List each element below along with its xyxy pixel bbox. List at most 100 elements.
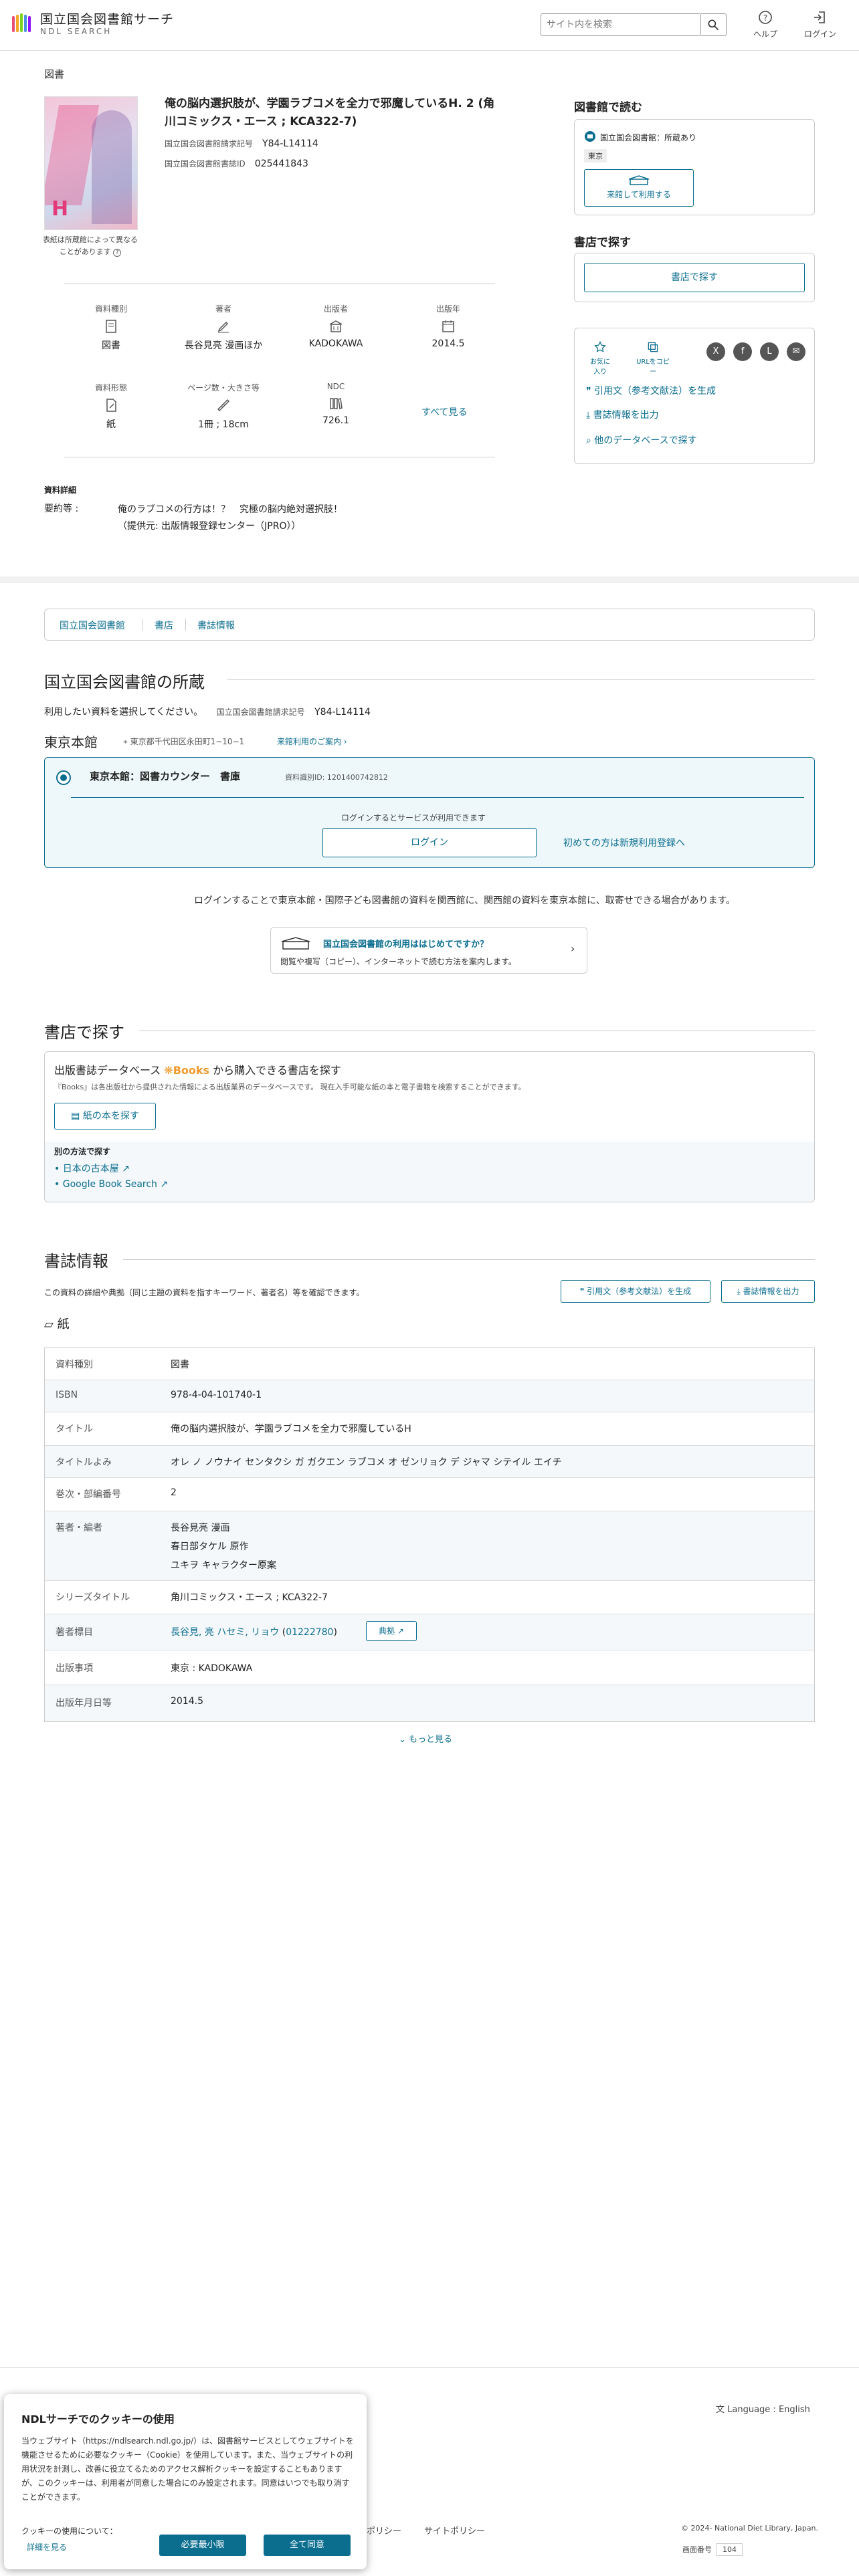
copy-icon — [648, 342, 658, 352]
footer-site-policy-link[interactable]: サイトポリシー — [424, 2524, 485, 2537]
find-store-button[interactable]: 書店で探す — [584, 263, 805, 292]
search-button[interactable] — [701, 13, 727, 36]
line-share-icon[interactable]: L — [760, 342, 779, 361]
ndl-logo-icon[interactable] — [11, 11, 35, 35]
pen-icon — [217, 321, 229, 333]
show-more-button[interactable]: ⌄ もっと見る — [399, 1732, 452, 1745]
table-row: 資料種別 図書 — [45, 1348, 814, 1380]
material-type-breadcrumb: 図書 — [44, 68, 65, 80]
register-link[interactable]: 初めての方は新規利用登録へ — [563, 836, 685, 849]
copy-url-button[interactable]: URLをコピー — [636, 340, 670, 376]
login-button[interactable]: ログイン — [800, 9, 840, 39]
logo-title[interactable]: 国立国会図書館サーチ — [40, 9, 174, 27]
book-cover-image: H — [44, 96, 138, 230]
holdings-heading: 国立国会図書館の所蔵 — [44, 673, 205, 691]
generate-citation-link[interactable]: ❞ 引用文（参考文献法）を生成 — [586, 384, 716, 397]
facebook-share-icon[interactable]: f — [733, 342, 752, 361]
building-icon — [329, 320, 343, 332]
quote-icon: ❞ — [579, 1287, 587, 1296]
external-link-icon: ↗ — [160, 1179, 169, 1190]
chevron-right-icon: › — [571, 942, 575, 955]
paper-icon: ▱ — [44, 1317, 58, 1331]
holding-radio[interactable] — [56, 770, 71, 785]
login-hint: ログインするとサービスが利用できます — [341, 813, 486, 823]
attribute-grid: 資料種別 図書 著者 長谷見亮 漫画ほか 出版者 KADOKAWA 出版年 20… — [64, 284, 495, 457]
section-tabs: 国立国会図書館 書店 書誌情報 — [44, 609, 815, 641]
attr-publisher: 出版者 KADOKAWA — [308, 304, 363, 349]
cookie-about-label: クッキーの使用について： — [21, 2527, 118, 2536]
store-heading: 書店で探す — [44, 1023, 124, 1042]
logo-subtitle: NDL SEARCH — [40, 27, 112, 36]
section-separator — [0, 576, 859, 583]
table-row: シリーズタイトル 角川コミックス・エース ; KCA322-7 — [45, 1581, 814, 1614]
cookie-body: 当ウェブサイト（https://ndlsearch.ndl.go.jp/）は、図… — [21, 2436, 354, 2502]
see-all-link[interactable]: すべて見る — [421, 405, 467, 419]
summary-label: 要約等 : — [44, 504, 79, 514]
store-section-box: 出版書誌データベース ❋Books から購入できる書店を探す 『Books』は各… — [44, 1051, 815, 1202]
copyright: © 2024- National Diet Library, Japan. — [681, 2524, 819, 2533]
tab-biblio[interactable]: 書誌情報 — [197, 619, 235, 632]
quote-icon: ❞ — [586, 386, 594, 397]
holding-status: 国立国会図書館：所蔵あり — [600, 133, 697, 142]
site-header: 国立国会図書館サーチ NDL SEARCH ? ヘルプ ログイン — [0, 0, 859, 51]
biblio-format: ▱ 紙 — [44, 1317, 70, 1331]
biblio-cite-button[interactable]: ❞ 引用文（参考文献法）を生成 — [561, 1280, 710, 1303]
book-title: 俺の脳内選択肢が、学園ラブコメを全力で邪魔しているH. 2 (角川コミックス・エ… — [165, 97, 495, 129]
cover-note: 表紙は所蔵館によって異なることがあります ? — [42, 235, 138, 257]
cookie-details-link[interactable]: 詳細を見る — [27, 2541, 67, 2553]
first-time-title: 国立国会図書館の利用ははじめてですか？ — [323, 940, 489, 950]
tab-ndl[interactable]: 国立国会図書館 — [60, 619, 125, 632]
publisher-link[interactable]: 東京 : KADOKAWA — [171, 1661, 252, 1675]
authority-button[interactable]: 典拠 ↗ — [366, 1621, 417, 1641]
transfer-note: ログインすることで東京本館・国際子ども図書館の資料を関西館に、関西館の資料を東京… — [194, 895, 736, 906]
library-holding-box: 国立国会図書館：所蔵あり 東京 来館して利用する — [574, 119, 815, 215]
books-logo: ❋Books — [164, 1064, 210, 1077]
external-link-icon: ↗ — [397, 1626, 404, 1636]
language-switch[interactable]: 文 Language : English — [716, 2402, 810, 2415]
footer-policy-link[interactable]: ポリシー — [367, 2524, 401, 2537]
table-row: ISBN 978-4-04-101740-1 — [45, 1380, 814, 1412]
export-biblio-link[interactable]: ⤓ 書誌情報を出力 — [586, 408, 659, 421]
holding-login-button[interactable]: ログイン — [322, 828, 537, 857]
item-id: 資料識別ID: 1201400742812 — [285, 773, 388, 782]
x-share-icon[interactable]: X — [706, 342, 725, 361]
kosho-link[interactable]: • 日本の古本屋 ↗ — [54, 1162, 130, 1175]
attr-pub-year: 出版年 2014.5 — [432, 304, 465, 349]
attr-form: 資料形態 紙 — [94, 383, 127, 430]
help-button[interactable]: ? ヘルプ — [745, 9, 785, 39]
google-books-link[interactable]: • Google Book Search ↗ — [54, 1179, 168, 1190]
biblio-export-button[interactable]: ⤓ 書誌情報を出力 — [721, 1280, 815, 1303]
tokyo-tag: 東京 — [584, 149, 607, 163]
chevron-down-icon: ⌄ — [399, 1735, 409, 1745]
visit-library-button[interactable]: 来館して利用する — [584, 169, 694, 207]
paper-icon — [106, 399, 116, 412]
document-icon — [106, 320, 116, 333]
title-link[interactable]: 俺の脳内選択肢が、学園ラブコメを全力で邪魔しているH — [171, 1422, 411, 1435]
attr-pages-size: ページ数・大きさ等 1冊 ; 18cm — [187, 383, 260, 430]
search-icon: ⌕ — [586, 435, 595, 446]
author-heading-link[interactable]: 長谷見, 亮 ハセミ, リョウ — [171, 1627, 279, 1638]
info-icon[interactable]: ? — [113, 248, 122, 257]
favorite-button[interactable]: お気に入り — [588, 340, 612, 376]
email-share-icon[interactable]: ✉ — [787, 342, 805, 361]
ruler-icon — [217, 399, 230, 412]
screen-number: 画面番号 104 — [682, 2543, 743, 2556]
table-row: タイトルよみ オレ ノ ノウナイ センタクシ ガ ガクエン ラブコメ オ ゼンリョ… — [45, 1446, 814, 1478]
library-icon — [585, 131, 595, 142]
visit-guide-link[interactable]: 来館利用のご案内 › — [277, 736, 347, 747]
first-time-desc: 閲覧や複写（コピー）、インターネットで読む方法を案内します。 — [280, 957, 516, 966]
site-search-input[interactable] — [541, 13, 701, 36]
find-paper-book-button[interactable]: ▤ 紙の本を探す — [54, 1103, 156, 1130]
books-icon — [330, 398, 343, 409]
table-row: 著者標目 長谷見, 亮 ハセミ, リョウ (01222780) 典拠 ↗ — [45, 1614, 814, 1650]
cookie-title: NDLサーチでのクッキーの使用 — [21, 2413, 175, 2426]
series-link[interactable]: 角川コミックス・エース ; KCA322-7 — [171, 1590, 328, 1604]
star-icon — [594, 341, 606, 352]
cookie-minimum-button[interactable]: 必要最小限 — [159, 2535, 246, 2556]
cookie-accept-button[interactable]: 全て同意 — [264, 2535, 351, 2556]
first-time-card[interactable]: 国立国会図書館の利用ははじめてですか？ 閲覧や複写（コピー）、インターネットで読… — [270, 927, 587, 974]
tab-store[interactable]: 書店 — [155, 619, 173, 632]
author-id-link[interactable]: 01222780 — [286, 1627, 333, 1638]
download-icon: ⤓ — [586, 410, 593, 421]
search-other-db-link[interactable]: ⌕ 他のデータベースで探す — [586, 433, 697, 447]
